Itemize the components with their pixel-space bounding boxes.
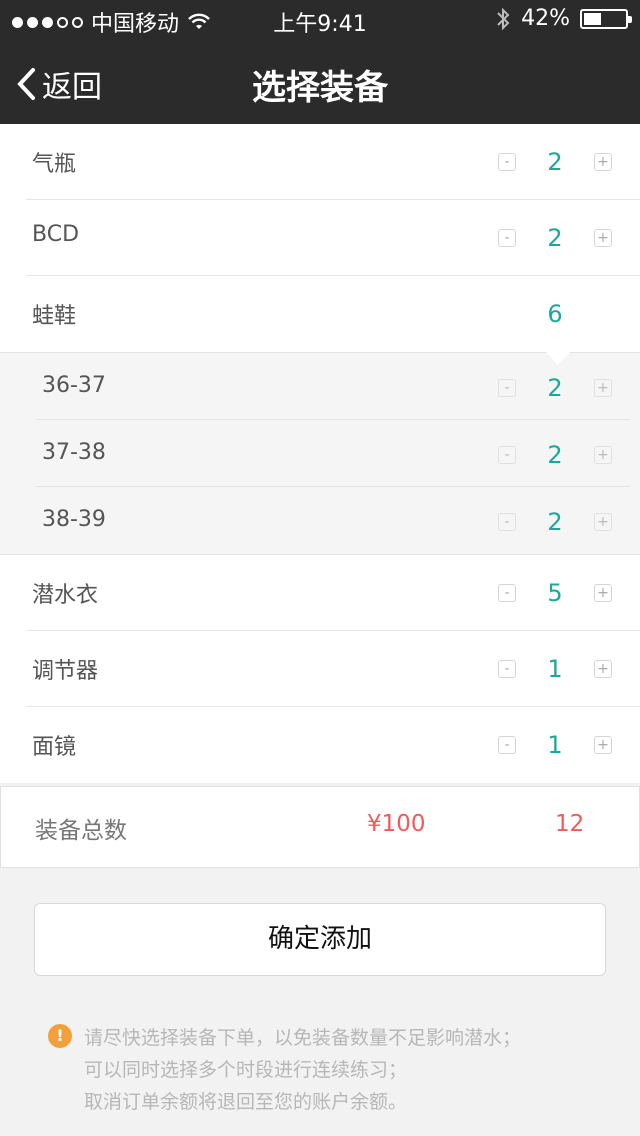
equipment-list: 气瓶 - 2 + BCD - 2 + 蛙鞋 6 36-37 - 2 + 37-3… — [0, 124, 640, 783]
increment-button[interactable]: + — [594, 379, 612, 397]
confirm-add-button[interactable]: 确定添加 — [34, 903, 606, 976]
item-label: 气瓶 — [32, 152, 77, 177]
size-label: 36-37 — [42, 373, 106, 398]
quantity-display: 6 — [498, 300, 612, 328]
decrement-button[interactable]: - — [498, 153, 516, 171]
equipment-total-bar: 装备总数 ¥100 12 — [0, 786, 640, 868]
quantity-stepper: - 2 + — [498, 508, 612, 536]
status-bar: 中国移动 上午9:41 42% — [0, 0, 640, 40]
note-line: 可以同时选择多个时段进行连续练习； — [84, 1059, 408, 1081]
total-count: 12 — [555, 811, 585, 837]
quantity-value: 6 — [547, 300, 563, 328]
increment-button[interactable]: + — [594, 229, 612, 247]
battery-fill — [584, 12, 601, 25]
battery-icon — [580, 8, 632, 29]
notes-lines: 请尽快选择装备下单，以免装备数量不足影响潜水； 可以同时选择多个时段进行连续练习… — [84, 1022, 614, 1118]
total-label: 装备总数 — [35, 818, 127, 844]
quantity-value: 1 — [547, 731, 563, 759]
battery-percent: 42% — [521, 6, 570, 31]
decrement-button[interactable]: - — [498, 736, 516, 754]
note-line: 取消订单余额将退回至您的账户余额。 — [84, 1091, 408, 1113]
quantity-stepper: - 5 + — [498, 579, 612, 607]
nav-bar: 返回 选择装备 — [0, 40, 640, 124]
list-item-fins[interactable]: 蛙鞋 6 — [0, 276, 640, 352]
list-item-cylinder: 气瓶 - 2 + — [0, 124, 640, 200]
quantity-value: 2 — [547, 224, 563, 252]
size-label: 38-39 — [42, 507, 106, 532]
item-label: 调节器 — [32, 659, 99, 684]
decrement-button[interactable]: - — [498, 513, 516, 531]
increment-button[interactable]: + — [594, 513, 612, 531]
top-bar: 中国移动 上午9:41 42% 返回 选择装备 — [0, 0, 640, 124]
item-label: 潜水衣 — [32, 583, 99, 608]
increment-button[interactable]: + — [594, 736, 612, 754]
quantity-stepper: - 1 + — [498, 731, 612, 759]
increment-button[interactable]: + — [594, 153, 612, 171]
quantity-stepper: - 1 + — [498, 655, 612, 683]
quantity-stepper: - 2 + — [498, 441, 612, 469]
status-right: 42% — [495, 6, 632, 31]
list-item-size-36-37: 36-37 - 2 + — [0, 353, 640, 420]
item-label: 蛙鞋 — [32, 304, 77, 329]
bluetooth-icon — [497, 7, 510, 30]
list-item-wetsuit: 潜水衣 - 5 + — [0, 555, 640, 631]
quantity-stepper: - 2 + — [498, 224, 612, 252]
quantity-stepper: - 2 + — [498, 148, 612, 176]
quantity-value: 5 — [547, 579, 563, 607]
list-item-mask: 面镜 - 1 + — [0, 707, 640, 783]
item-label: BCD — [32, 222, 80, 247]
list-item-size-37-38: 37-38 - 2 + — [0, 420, 640, 487]
decrement-button[interactable]: - — [498, 660, 516, 678]
increment-button[interactable]: + — [594, 584, 612, 602]
list-item-size-38-39: 38-39 - 2 + — [0, 487, 640, 554]
decrement-button[interactable]: - — [498, 379, 516, 397]
list-item-regulator: 调节器 - 1 + — [0, 631, 640, 707]
decrement-button[interactable]: - — [498, 584, 516, 602]
warning-icon: ! — [48, 1024, 72, 1048]
size-label: 37-38 — [42, 440, 106, 465]
quantity-value: 2 — [547, 508, 563, 536]
quantity-value: 1 — [547, 655, 563, 683]
decrement-button[interactable]: - — [498, 446, 516, 464]
page-title: 选择装备 — [252, 68, 388, 108]
total-price: ¥100 — [367, 811, 426, 837]
list-item-bcd: BCD - 2 + — [0, 200, 640, 276]
quantity-value: 2 — [547, 148, 563, 176]
item-label: 面镜 — [32, 735, 77, 760]
increment-button[interactable]: + — [594, 446, 612, 464]
fin-size-sublist: 36-37 - 2 + 37-38 - 2 + 38-39 - 2 + — [0, 352, 640, 555]
note-line: 请尽快选择装备下单，以免装备数量不足影响潜水； — [84, 1027, 522, 1049]
decrement-button[interactable]: - — [498, 229, 516, 247]
increment-button[interactable]: + — [594, 660, 612, 678]
quantity-stepper: - 2 + — [498, 374, 612, 402]
quantity-value: 2 — [547, 441, 563, 469]
quantity-value: 2 — [547, 374, 563, 402]
